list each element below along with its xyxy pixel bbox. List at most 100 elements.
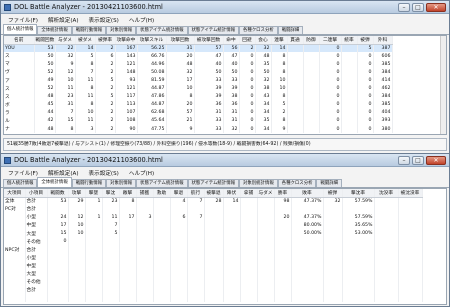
column-header[interactable]: 大項目	[4, 189, 26, 198]
tab[interactable]: 対象別情報	[106, 26, 137, 34]
tab[interactable]: 各種クロス分析	[238, 26, 278, 34]
menu-item[interactable]: 解析設定(A)	[43, 16, 84, 24]
tab[interactable]: 対象別統計情報	[238, 179, 278, 187]
table-row[interactable]: 小型 24 12 1 11 17 3 6 7 20 47.37% 57.59%	[4, 213, 423, 222]
table-row[interactable]: ス 48 23 11 5 117 47.86 8 39 38 0 43 8 0 0 384	[4, 92, 393, 101]
column-header[interactable]: 会心	[255, 36, 272, 45]
table-row[interactable]: 小型	[4, 253, 423, 262]
table-row[interactable]: YOU 53 22 14 2 167 56.25 31 57 56 2 32 14 0 5 387	[4, 44, 393, 53]
column-header[interactable]: 与ダメ	[257, 189, 275, 198]
table-row[interactable]: その他 0	[4, 237, 423, 246]
column-header[interactable]: 被撃退	[204, 189, 224, 198]
column-header[interactable]: 敵撃	[119, 189, 137, 198]
column-header[interactable]: 戦闘数	[47, 189, 69, 198]
column-header[interactable]: 与ダメ	[55, 36, 76, 45]
tab[interactable]: 対象別情報	[106, 179, 137, 187]
column-header[interactable]: 被ダメ	[75, 36, 96, 45]
column-header[interactable]: 外科	[373, 36, 393, 45]
table-row[interactable]: ア 49 10 11 5 93 81.59 17 33 33 0 32 10 0 0 414	[4, 76, 393, 85]
table-row[interactable]: ス 52 11 8 2 121 44.87 10 39 39 0 38 10 0 0 462	[4, 84, 393, 93]
column-header[interactable]: 命中	[223, 36, 240, 45]
table-cell	[102, 261, 120, 270]
minimize-button[interactable]: –	[398, 155, 410, 165]
tab[interactable]: 個人統計情報	[3, 24, 38, 34]
vertical-scrollbar[interactable]	[440, 36, 446, 134]
column-header[interactable]: 攻撃スキル	[137, 36, 167, 45]
column-header[interactable]: 防御	[303, 36, 320, 45]
table-row[interactable]: ボ 45 31 8 2 113 44.87 20 36 36 0 34 5 0 0 385	[4, 100, 393, 109]
column-header[interactable]: 連撃	[271, 36, 288, 45]
minimize-button[interactable]: –	[398, 2, 410, 12]
column-header[interactable]: 攻撃命中	[115, 36, 138, 45]
column-header[interactable]: 小項目	[25, 189, 48, 198]
column-header[interactable]: 敗率	[291, 189, 324, 198]
table-row[interactable]: ラ 44 7 10 2 107 62.68 57 31 31 0 34 2 0 0 404	[4, 108, 393, 117]
tab[interactable]: 戦闘詳細	[277, 26, 304, 34]
menu-item[interactable]: 解析設定(A)	[43, 169, 84, 177]
column-header[interactable]: 航行	[187, 189, 205, 198]
column-header[interactable]: 沈没率	[374, 189, 399, 198]
table-row[interactable]: マ 50 9 8 2 121 44.96 48 40 40 0 35 8 0 0 385	[4, 60, 393, 69]
table-row[interactable]: その他	[4, 278, 423, 287]
column-header[interactable]: 勝率	[274, 189, 292, 198]
table-cell: 20	[274, 213, 292, 222]
column-header[interactable]: 撃墜	[85, 189, 103, 198]
tab[interactable]: 戦闘行動情報	[71, 179, 107, 187]
column-header[interactable]: 撃退	[170, 189, 188, 198]
column-header[interactable]: 拿捕	[240, 189, 258, 198]
tab[interactable]: 戦闘詳細	[316, 179, 343, 187]
tab[interactable]: 戦闘行動情報	[71, 26, 107, 34]
column-header[interactable]: 攻撃	[68, 189, 86, 198]
table-row[interactable]: ル 42 15 11 2 108 45.64 21 33 31 0 35 8 0 0 393	[4, 116, 393, 126]
table-row[interactable]: PC対 合計	[4, 205, 423, 214]
menu-item[interactable]: ヘルプ(H)	[124, 16, 159, 24]
column-header[interactable]: 降伏	[223, 189, 241, 198]
table-row[interactable]	[4, 294, 423, 303]
column-header[interactable]: 被沈没率	[398, 189, 423, 198]
maximize-button[interactable]: □	[412, 2, 424, 12]
overall-stats-grid[interactable]: 大項目 小項目 戦闘数 攻撃 撃墜 撃沈 敵撃 捕獲 救助 撃退 航行 被撃退 降伏 拿捕 与ダメ 勝率 敗率被…	[3, 188, 447, 305]
column-header[interactable]: 被攻撃回数	[194, 36, 224, 45]
tab[interactable]: 状態アイテム統計情報	[136, 179, 188, 187]
tab[interactable]: 状態アイテム統計情報	[187, 26, 239, 34]
column-header[interactable]: 被弾	[357, 36, 374, 45]
tab[interactable]: 各種クロス分析	[277, 179, 317, 187]
column-header[interactable]: 二連撃	[319, 36, 342, 45]
close-button[interactable]: ✕	[426, 155, 446, 165]
column-header[interactable]: 撃沈	[102, 189, 120, 198]
table-row[interactable]: 大型	[4, 269, 423, 279]
menu-item[interactable]: ファイル(F)	[3, 16, 43, 24]
table-row[interactable]: 中型 17 10 7 80.00% 35.65%	[4, 221, 423, 230]
table-row[interactable]: 中型	[4, 261, 423, 270]
close-button[interactable]: ✕	[426, 2, 446, 12]
column-header[interactable]: 救助	[153, 189, 171, 198]
table-row[interactable]: 合計	[4, 286, 423, 295]
personal-stats-grid[interactable]: 名前 戦闘回数 与ダメ 被ダメ 被弾率 攻撃命中 攻撃スキル 攻撃回数 被攻撃回数 命中 回避 会心連…	[3, 35, 447, 135]
column-header[interactable]: 被弾率	[95, 36, 116, 45]
column-header[interactable]: 攻撃回数	[166, 36, 195, 45]
maximize-button[interactable]: □	[412, 155, 424, 165]
tab[interactable]: 個人統計情報	[3, 179, 38, 187]
tab[interactable]: 状態アイテム統計情報	[136, 26, 188, 34]
table-row[interactable]: ヴ 52 12 7 2 148 50.08 32 50 50 0 50 8 0 0 384	[4, 68, 393, 77]
table-row[interactable]: NPC対 合計	[4, 245, 423, 254]
menu-item[interactable]: ファイル(F)	[3, 169, 43, 177]
column-header[interactable]: 回避	[239, 36, 256, 45]
menu-item[interactable]: ヘルプ(H)	[124, 169, 159, 177]
table-row[interactable]: 全体 合計 53 29 1 23 8 4 7 28 14 98 47.37% 32 57.59%	[4, 197, 423, 206]
table-row[interactable]: ナ 48 8 3 2 90 47.75 9 33 32 0 34 9 0 0 380	[4, 125, 393, 134]
column-header[interactable]: 捕獲	[136, 189, 154, 198]
column-header[interactable]: 被弾	[323, 189, 343, 198]
column-header[interactable]: 撃沈率	[342, 189, 375, 198]
table-row[interactable]: ス 50 32 5 6 143 66.76 20 47 47 0 48 8 0 0 606	[4, 52, 393, 61]
menu-item[interactable]: 表示設定(S)	[84, 16, 124, 24]
table-row[interactable]: 大型 15 10 5 50.00% 53.00%	[4, 229, 423, 238]
column-header[interactable]: 統率	[341, 36, 358, 45]
tab[interactable]: 状態アイテム統計情報	[187, 179, 239, 187]
menu-item[interactable]: 表示設定(S)	[84, 169, 124, 177]
tab[interactable]: 全体統計情報	[37, 177, 72, 187]
column-header[interactable]: 名前	[4, 36, 35, 45]
column-header[interactable]: 貫通	[287, 36, 304, 45]
tab[interactable]: 全体統計情報	[37, 26, 72, 34]
column-header[interactable]: 戦闘回数	[34, 36, 56, 45]
